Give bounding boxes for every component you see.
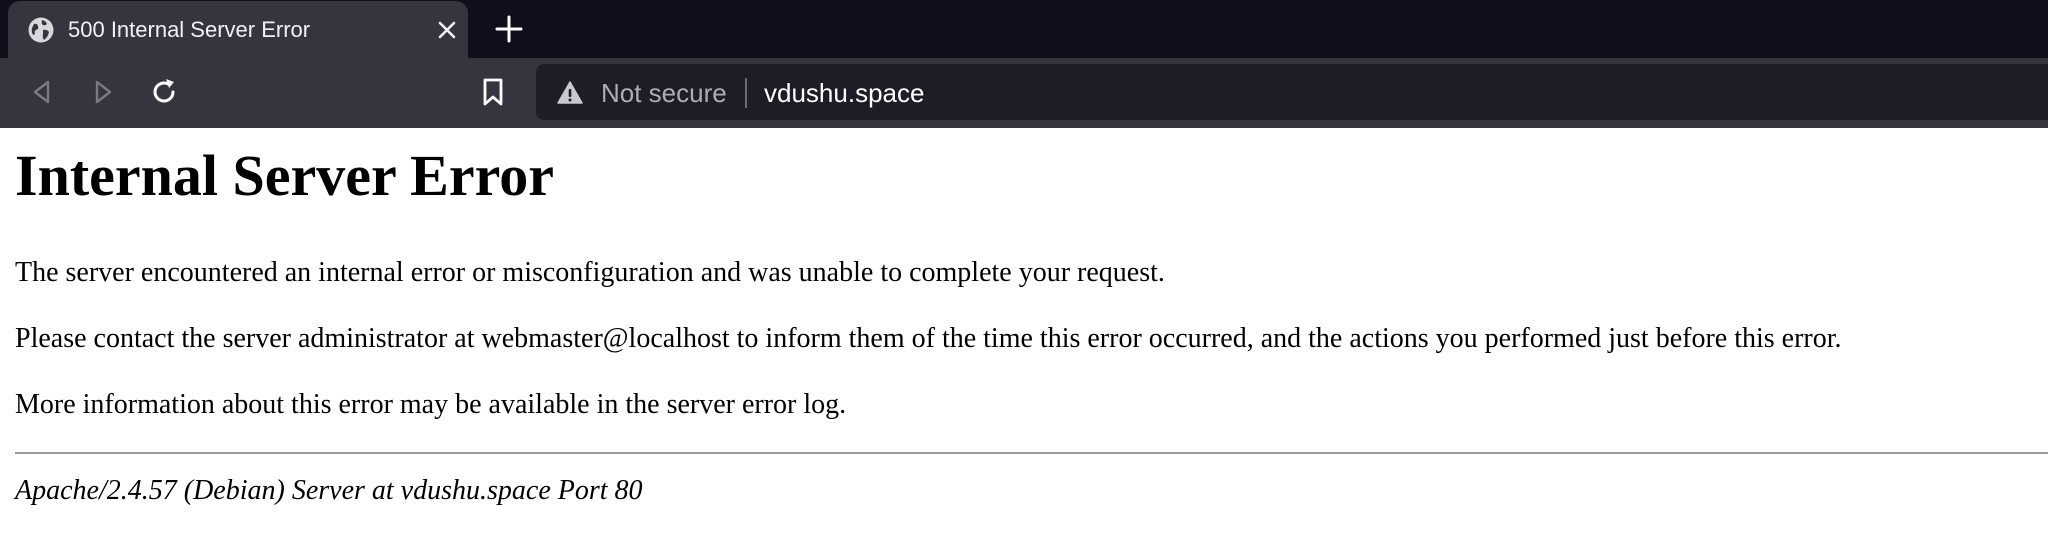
tab-strip: 500 Internal Server Error xyxy=(0,0,2048,58)
contact-admin-text: Please contact the server administrator … xyxy=(15,323,1842,354)
new-tab-plus-icon[interactable] xyxy=(492,12,526,46)
warning-triangle-icon[interactable] xyxy=(556,79,584,107)
security-status-label[interactable]: Not secure xyxy=(601,78,727,108)
close-icon[interactable] xyxy=(434,17,460,43)
globe-icon xyxy=(28,17,54,43)
error-description: The server encountered an internal error… xyxy=(15,257,1165,288)
tab-title: 500 Internal Server Error xyxy=(68,17,311,42)
bookmark-icon[interactable] xyxy=(475,74,511,110)
tab-active[interactable]: 500 Internal Server Error xyxy=(8,1,468,58)
url-text[interactable]: vdushu.space xyxy=(764,78,924,108)
url-divider xyxy=(745,78,747,108)
divider xyxy=(15,452,2048,454)
error-log-note: More information about this error may be… xyxy=(15,389,847,420)
reload-icon[interactable] xyxy=(146,74,182,110)
address-bar[interactable]: Not secure vdushu.space xyxy=(536,64,2048,120)
back-arrow-icon[interactable] xyxy=(24,74,60,110)
server-signature: Apache/2.4.57 (Debian) Server at vdushu.… xyxy=(15,475,643,506)
page-title: Internal Server Error xyxy=(15,143,555,208)
page-content: Internal Server Error The server encount… xyxy=(0,128,2048,557)
browser-toolbar: Not secure vdushu.space xyxy=(0,58,2048,128)
forward-arrow-icon[interactable] xyxy=(85,74,121,110)
